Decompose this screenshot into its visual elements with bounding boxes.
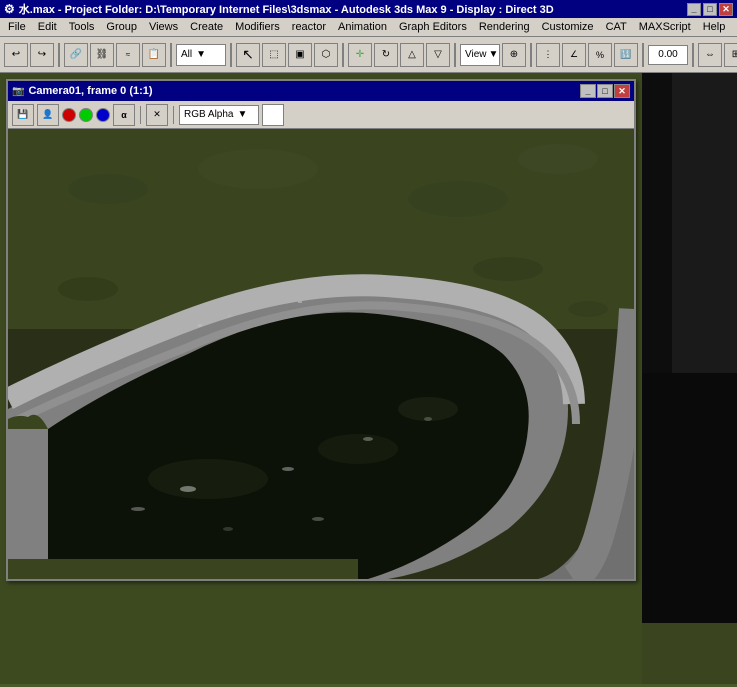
- viewport-area: 📷 Camera01, frame 0 (1:1) _ □ ✕ 💾 👤 α ✕: [0, 73, 642, 684]
- cam-save-btn[interactable]: 💾: [12, 104, 34, 126]
- cam-blue-circle[interactable]: [96, 108, 110, 122]
- toolbar-separator-6: [530, 43, 532, 67]
- menu-cat[interactable]: CAT: [600, 19, 633, 35]
- menu-tools[interactable]: Tools: [63, 19, 101, 35]
- toolbar-separator-2: [170, 43, 172, 67]
- menu-edit[interactable]: Edit: [32, 19, 63, 35]
- coord-arrow: ▼: [489, 49, 499, 60]
- filter-arrow: ▼: [196, 49, 206, 60]
- toolbar-separator-5: [454, 43, 456, 67]
- menu-views[interactable]: Views: [143, 19, 184, 35]
- select-region-button[interactable]: ⬚: [262, 43, 286, 67]
- toolbar-separator-1: [58, 43, 60, 67]
- menu-group[interactable]: Group: [100, 19, 143, 35]
- menu-customize[interactable]: Customize: [536, 19, 600, 35]
- camera-viewport: 📷 Camera01, frame 0 (1:1) _ □ ✕ 💾 👤 α ✕: [6, 79, 636, 581]
- menu-help[interactable]: Help: [697, 19, 732, 35]
- right-panel: [642, 73, 737, 684]
- camera-title: Camera01, frame 0 (1:1): [28, 85, 152, 97]
- undo-button[interactable]: ↩: [4, 43, 28, 67]
- cam-close-preview[interactable]: ✕: [146, 104, 168, 126]
- align-button[interactable]: ⊞: [724, 43, 737, 67]
- camera-toolbar: 💾 👤 α ✕ RGB Alpha ▼: [8, 101, 634, 129]
- title-controls: _ □ ✕: [687, 3, 733, 16]
- cam-green-circle[interactable]: [79, 108, 93, 122]
- toolbar-separator-8: [692, 43, 694, 67]
- select-link-button[interactable]: 🔗: [64, 43, 88, 67]
- main-content: 📷 Camera01, frame 0 (1:1) _ □ ✕ 💾 👤 α ✕: [0, 73, 737, 684]
- select-button[interactable]: ↖: [236, 43, 260, 67]
- camera-restore[interactable]: □: [597, 84, 613, 98]
- coord-dropdown[interactable]: View ▼: [460, 44, 500, 66]
- cam-toolbar-divider-1: [140, 106, 141, 124]
- camera-close[interactable]: ✕: [614, 84, 630, 98]
- minimize-button[interactable]: _: [687, 3, 701, 16]
- object-properties[interactable]: 📋: [142, 43, 166, 67]
- cam-people-btn[interactable]: 👤: [37, 104, 59, 126]
- toolbar-separator-4: [342, 43, 344, 67]
- cam-red-circle[interactable]: [62, 108, 76, 122]
- channel-arrow: ▼: [237, 109, 247, 120]
- coord-x-input[interactable]: [648, 45, 688, 65]
- filter-value: All: [181, 49, 192, 60]
- menu-create[interactable]: Create: [184, 19, 229, 35]
- right-panel-svg: [642, 73, 737, 684]
- menu-file[interactable]: File: [2, 19, 32, 35]
- cam-toolbar-divider-2: [173, 106, 174, 124]
- angle-snap[interactable]: ∠: [562, 43, 586, 67]
- toolbar-separator-7: [642, 43, 644, 67]
- scene-svg: [8, 129, 634, 579]
- menu-animation[interactable]: Animation: [332, 19, 393, 35]
- spinner-snap[interactable]: 🔢: [614, 43, 638, 67]
- menu-maxscript[interactable]: MAXScript: [633, 19, 697, 35]
- snap-toggle[interactable]: ⋮: [536, 43, 560, 67]
- close-button[interactable]: ✕: [719, 3, 733, 16]
- channel-dropdown[interactable]: RGB Alpha ▼: [179, 105, 259, 125]
- camera-minimize[interactable]: _: [580, 84, 596, 98]
- filter-dropdown[interactable]: All ▼: [176, 44, 226, 66]
- camera-icon: 📷: [12, 86, 24, 97]
- cam-alpha-btn[interactable]: α: [113, 104, 135, 126]
- menu-reactor[interactable]: reactor: [286, 19, 332, 35]
- redo-button[interactable]: ↪: [30, 43, 54, 67]
- mirror-button[interactable]: ⇔: [698, 43, 722, 67]
- bind-space-warp[interactable]: ≈: [116, 43, 140, 67]
- pivot-button[interactable]: ⊕: [502, 43, 526, 67]
- unlink-button[interactable]: ⛓: [90, 43, 114, 67]
- maximize-button[interactable]: □: [703, 3, 717, 16]
- lasso-button[interactable]: ⬡: [314, 43, 338, 67]
- rotate-button[interactable]: ↻: [374, 43, 398, 67]
- toolbar-separator-3: [230, 43, 232, 67]
- title-text: 水.max - Project Folder: D:\Temporary Int…: [19, 1, 687, 17]
- color-swatch[interactable]: [262, 104, 284, 126]
- percent-snap[interactable]: %: [588, 43, 612, 67]
- select-region-type[interactable]: ▣: [288, 43, 312, 67]
- channel-label: RGB Alpha: [184, 109, 233, 120]
- menu-modifiers[interactable]: Modifiers: [229, 19, 286, 35]
- coord-value: View: [465, 49, 487, 60]
- scale-type[interactable]: ▽: [426, 43, 450, 67]
- move-button[interactable]: ✛: [348, 43, 372, 67]
- menu-graph-editors[interactable]: Graph Editors: [393, 19, 473, 35]
- scale-button[interactable]: △: [400, 43, 424, 67]
- toolbar: ↩ ↪ 🔗 ⛓ ≈ 📋 All ▼ ↖ ⬚ ▣ ⬡ ✛ ↻ △ ▽ View ▼…: [0, 37, 737, 73]
- app-icon: ⚙: [4, 2, 15, 16]
- title-bar: ⚙ 水.max - Project Folder: D:\Temporary I…: [0, 0, 737, 18]
- camera-window-controls: _ □ ✕: [580, 84, 630, 98]
- render-image: [8, 129, 634, 579]
- menu-rendering[interactable]: Rendering: [473, 19, 536, 35]
- camera-title-bar: 📷 Camera01, frame 0 (1:1) _ □ ✕: [8, 81, 634, 101]
- menu-bar: File Edit Tools Group Views Create Modif…: [0, 18, 737, 37]
